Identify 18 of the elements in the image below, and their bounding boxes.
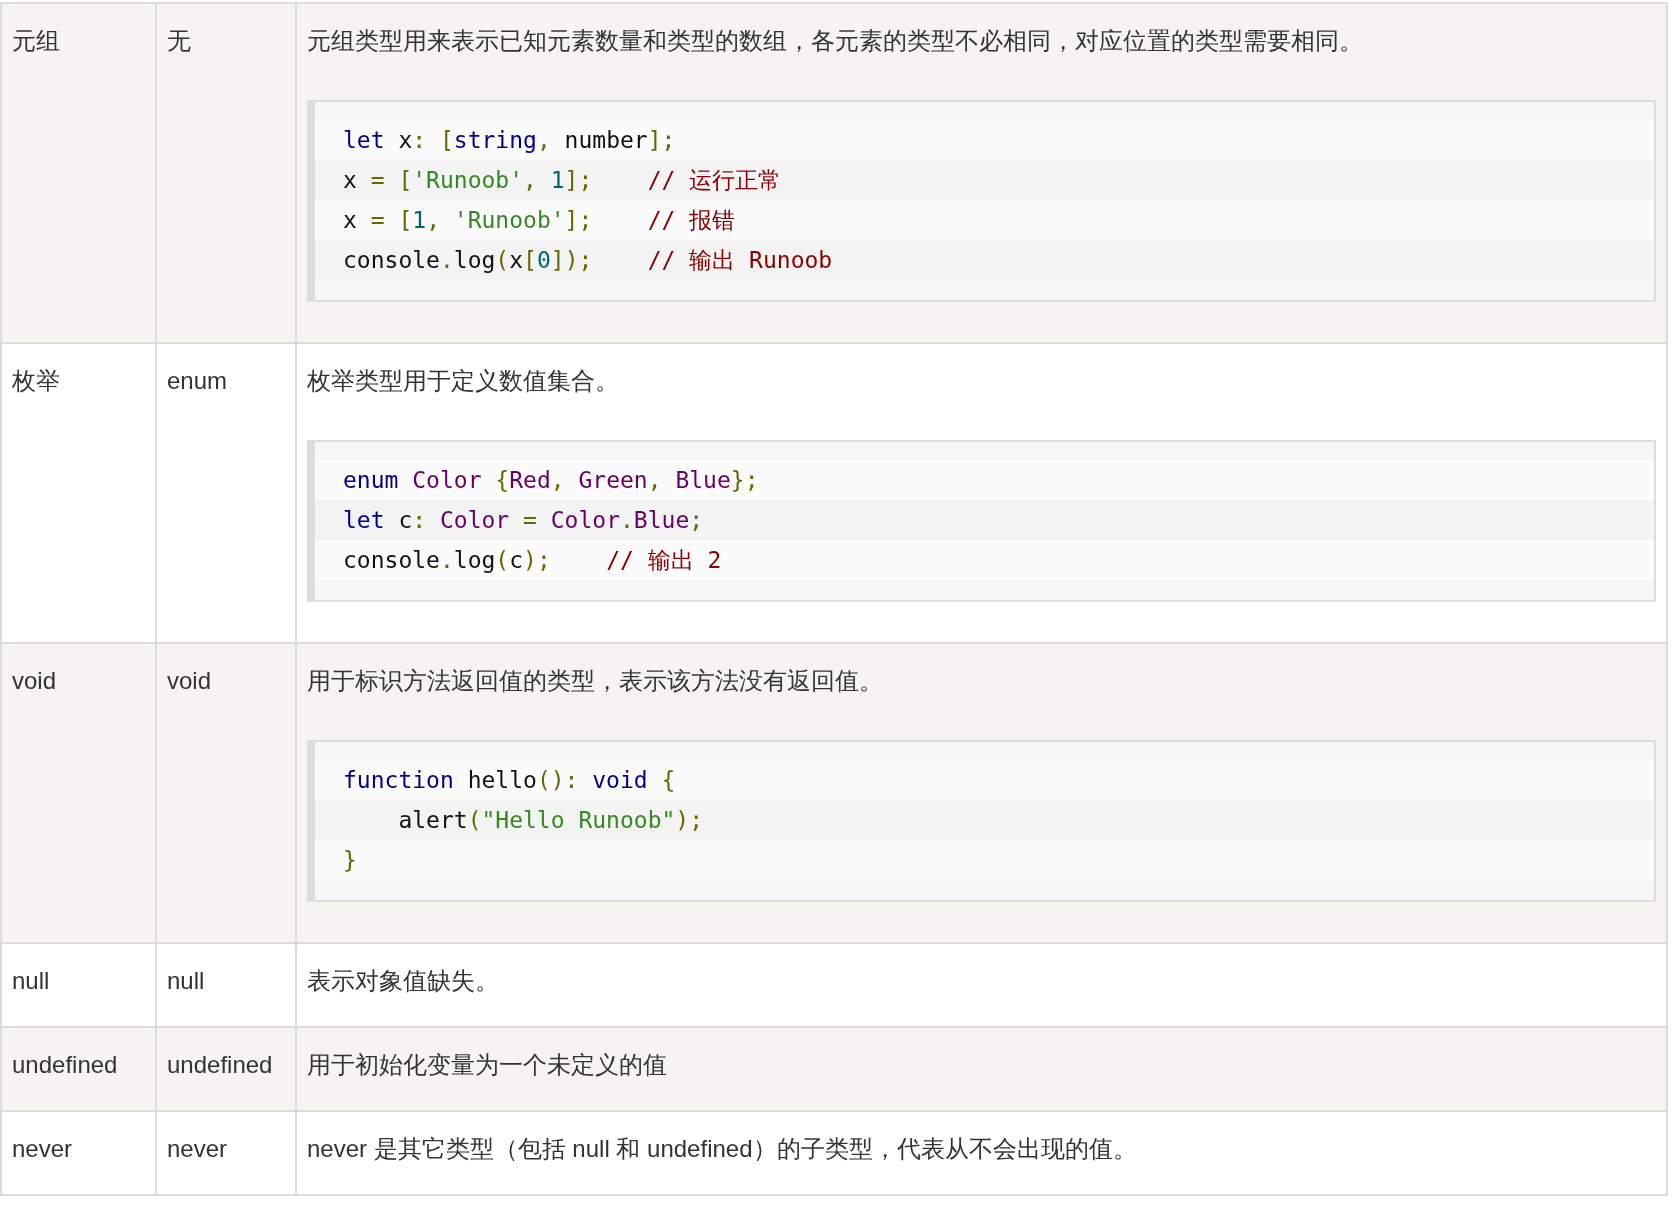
type-keyword: null (167, 966, 205, 996)
type-name: void (12, 666, 57, 696)
type-description: 用于初始化变量为一个未定义的值 (307, 1050, 667, 1080)
type-keyword: enum (167, 366, 228, 396)
type-description: 枚举类型用于定义数值集合。 (307, 366, 619, 396)
type-description: 表示对象值缺失。 (307, 966, 499, 996)
type-name: undefined (12, 1050, 118, 1080)
type-keyword: undefined (167, 1050, 273, 1080)
type-name: null (12, 966, 50, 996)
type-keyword: 无 (167, 26, 191, 56)
type-keyword: void (167, 666, 212, 696)
type-name: 元组 (12, 26, 60, 56)
type-description: 元组类型用来表示已知元素数量和类型的数组，各元素的类型不必相同，对应位置的类型需要相同。 (307, 26, 1363, 56)
type-description: never 是其它类型（包括 null 和 undefined）的子类型，代表从不会出现的值。 (307, 1134, 1137, 1164)
type-keyword: never (167, 1134, 228, 1164)
type-name: never (12, 1134, 73, 1164)
type-name: 枚举 (12, 366, 60, 396)
type-description: 用于标识方法返回值的类型，表示该方法没有返回值。 (307, 666, 883, 696)
